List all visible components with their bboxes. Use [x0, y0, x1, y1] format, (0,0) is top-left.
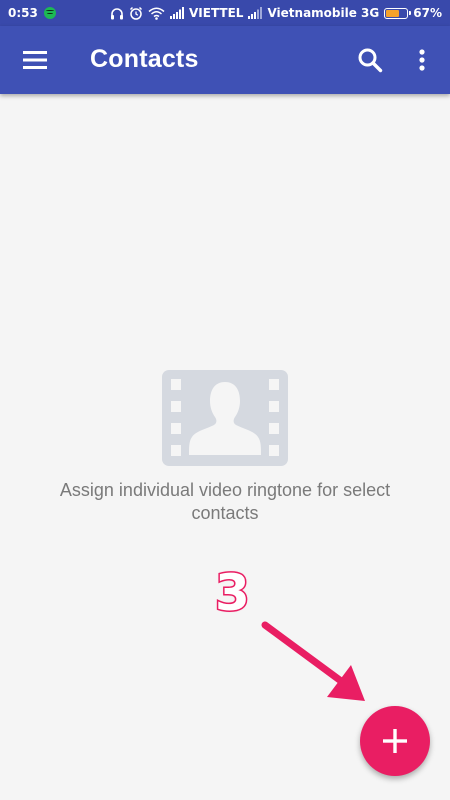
page-title: Contacts	[90, 45, 199, 73]
status-right: VIETTEL Vietnamobile 3G 67%	[110, 6, 442, 20]
signal-icon	[170, 7, 185, 19]
wifi-icon	[148, 7, 165, 20]
battery-percent: 67%	[413, 6, 442, 20]
status-left: 0:53	[8, 6, 56, 20]
spotify-icon	[43, 7, 56, 19]
video-contact-icon	[162, 370, 288, 466]
status-bar: 0:53 VIETTEL Vietnamobile 3G 67%	[0, 0, 450, 26]
carrier-2: Vietnamobile 3G	[267, 6, 380, 20]
add-contact-button[interactable]	[360, 706, 430, 776]
alarm-icon	[129, 6, 143, 20]
hamburger-menu-icon[interactable]	[20, 48, 50, 72]
battery-icon	[384, 7, 412, 19]
contacts-screen: 0:53 VIETTEL Vietnamobile 3G 67% Contact…	[0, 0, 450, 800]
arrow-icon	[261, 621, 365, 701]
status-time: 0:53	[8, 6, 38, 20]
headphones-icon	[110, 7, 124, 20]
signal-icon	[248, 7, 263, 19]
more-vert-icon[interactable]	[412, 46, 432, 74]
app-bar: Contacts	[0, 26, 450, 94]
empty-state: Assign individual video ringtone for sel…	[0, 370, 450, 525]
annotation-number: 3	[214, 564, 252, 622]
search-icon[interactable]	[356, 46, 384, 74]
battery-fill	[386, 9, 400, 17]
plus-icon	[383, 729, 407, 753]
empty-state-message: Assign individual video ringtone for sel…	[59, 480, 391, 523]
carrier-1: VIETTEL	[189, 6, 244, 20]
